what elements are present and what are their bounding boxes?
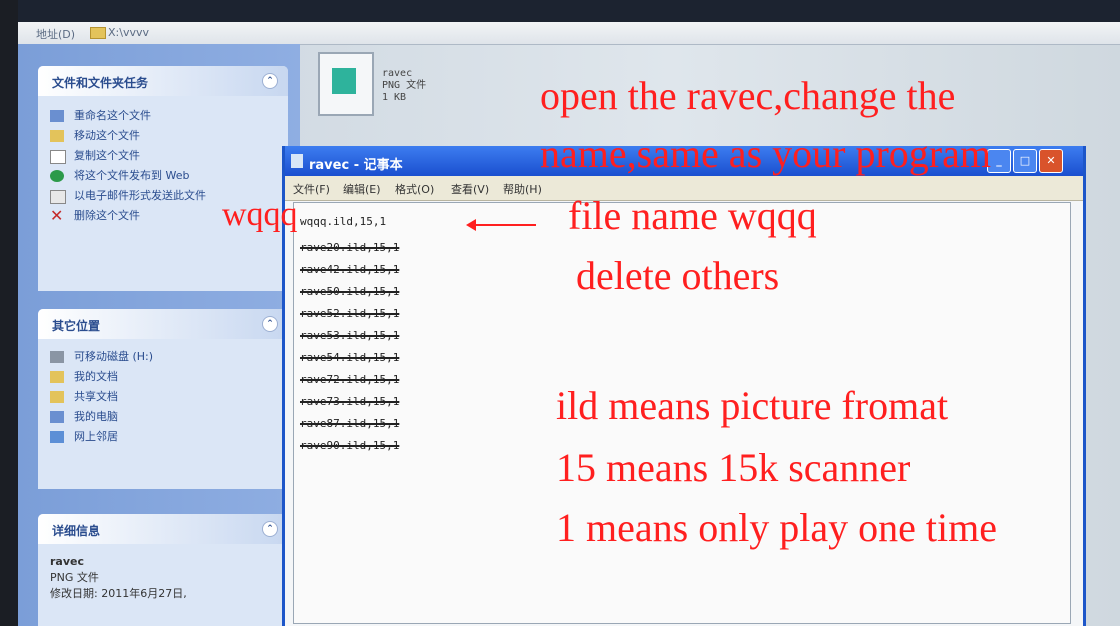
- file-size: 1 KB: [382, 92, 407, 103]
- drive-icon: [50, 351, 64, 363]
- details-name: ravec: [50, 555, 84, 568]
- text-line: rave73.ild,15,1: [300, 395, 400, 408]
- details-date: 修改日期: 2011年6月27日,: [50, 587, 187, 600]
- collapse-icon[interactable]: ⌃: [262, 73, 278, 89]
- top-bar: [18, 0, 1120, 22]
- menu-file[interactable]: 文件(F): [293, 181, 330, 197]
- file-name: ravec: [382, 68, 413, 79]
- collapse-icon[interactable]: ⌃: [262, 521, 278, 537]
- text-line: wqqq.ild,15,1: [300, 215, 387, 228]
- other-places-header[interactable]: 其它位置 ⌃: [38, 309, 288, 339]
- annotation-note1: ild means picture fromat: [556, 383, 949, 428]
- text-line: rave50.ild,15,1: [300, 285, 400, 298]
- text-line: rave72.ild,15,1: [300, 373, 400, 386]
- collapse-icon[interactable]: ⌃: [262, 316, 278, 332]
- copy-icon: [50, 150, 66, 164]
- task-pane: 文件和文件夹任务 ⌃ 重命名这个文件 移动这个文件 复制这个文件 将这个文件发布…: [18, 44, 300, 626]
- arrow-icon: [466, 219, 536, 231]
- delete-icon: ✕: [50, 206, 64, 225]
- address-bar[interactable]: 地址(D) X:\vvvv: [18, 22, 1120, 45]
- text-line: rave90.ild,15,1: [300, 439, 400, 452]
- annotation-wqqq: wqqq: [222, 196, 298, 233]
- task-publish[interactable]: 将这个文件发布到 Web: [38, 166, 288, 186]
- notepad-icon: [291, 154, 303, 168]
- folder-icon: [50, 391, 64, 403]
- place-my-documents[interactable]: 我的文档: [38, 367, 288, 387]
- details-title: 详细信息: [52, 524, 101, 538]
- place-network[interactable]: 网上邻居: [38, 427, 288, 447]
- file-info: ravec PNG 文件 1 KB: [382, 68, 426, 104]
- task-rename[interactable]: 重命名这个文件: [38, 106, 288, 126]
- menu-view[interactable]: 查看(V): [451, 181, 489, 197]
- details-header[interactable]: 详细信息 ⌃: [38, 514, 288, 544]
- close-button[interactable]: ✕: [1039, 149, 1063, 173]
- web-icon: [50, 170, 64, 182]
- text-line: rave52.ild,15,1: [300, 307, 400, 320]
- annotation-line2: name,same as your program: [540, 131, 991, 176]
- file-type: PNG 文件: [382, 80, 427, 91]
- file-tasks-header[interactable]: 文件和文件夹任务 ⌃: [38, 66, 288, 96]
- task-move[interactable]: 移动这个文件: [38, 126, 288, 146]
- address-path[interactable]: X:\vvvv: [108, 26, 149, 39]
- annotation-line3: file name wqqq: [568, 193, 817, 238]
- email-icon: [50, 190, 66, 204]
- rename-icon: [50, 110, 64, 122]
- other-places-panel: 其它位置 ⌃ 可移动磁盘 (H:) 我的文档 共享文档 我的电脑 网上邻居: [38, 309, 288, 489]
- details-panel: 详细信息 ⌃ ravec PNG 文件 修改日期: 2011年6月27日,: [38, 514, 288, 626]
- move-icon: [50, 130, 64, 142]
- menu-edit[interactable]: 编辑(E): [343, 181, 381, 197]
- address-label: 地址(D): [36, 28, 76, 41]
- annotation-line4: delete others: [576, 253, 780, 298]
- text-line: rave54.ild,15,1: [300, 351, 400, 364]
- computer-icon: [50, 411, 64, 423]
- details-type: PNG 文件: [50, 571, 99, 584]
- other-places-title: 其它位置: [52, 319, 101, 333]
- folder-icon: [50, 371, 64, 383]
- network-icon: [50, 431, 64, 443]
- file-tasks-title: 文件和文件夹任务: [52, 76, 149, 90]
- task-copy[interactable]: 复制这个文件: [38, 146, 288, 166]
- annotation-note2: 15 means 15k scanner: [556, 445, 911, 490]
- file-tasks-panel: 文件和文件夹任务 ⌃ 重命名这个文件 移动这个文件 复制这个文件 将这个文件发布…: [38, 66, 288, 291]
- notepad-title: ravec - 记事本: [309, 158, 403, 173]
- png-file-icon[interactable]: [318, 52, 374, 116]
- folder-icon: [90, 27, 106, 39]
- place-removable-disk[interactable]: 可移动磁盘 (H:): [38, 347, 288, 367]
- text-line: rave20.ild,15,1: [300, 241, 400, 254]
- menu-format[interactable]: 格式(O): [395, 181, 434, 197]
- text-line: rave42.ild,15,1: [300, 263, 400, 276]
- text-line: rave87.ild,15,1: [300, 417, 400, 430]
- annotation-line1: open the ravec,change the: [540, 73, 956, 118]
- place-my-computer[interactable]: 我的电脑: [38, 407, 288, 427]
- place-shared-documents[interactable]: 共享文档: [38, 387, 288, 407]
- text-line: rave53.ild,15,1: [300, 329, 400, 342]
- screen-photo: 地址(D) X:\vvvv 文件和文件夹任务 ⌃ 重命名这个文件 移动这个文件 …: [0, 0, 1120, 626]
- menu-help[interactable]: 帮助(H): [503, 181, 542, 197]
- maximize-button[interactable]: □: [1013, 149, 1037, 173]
- annotation-note3: 1 means only play one time: [556, 505, 998, 550]
